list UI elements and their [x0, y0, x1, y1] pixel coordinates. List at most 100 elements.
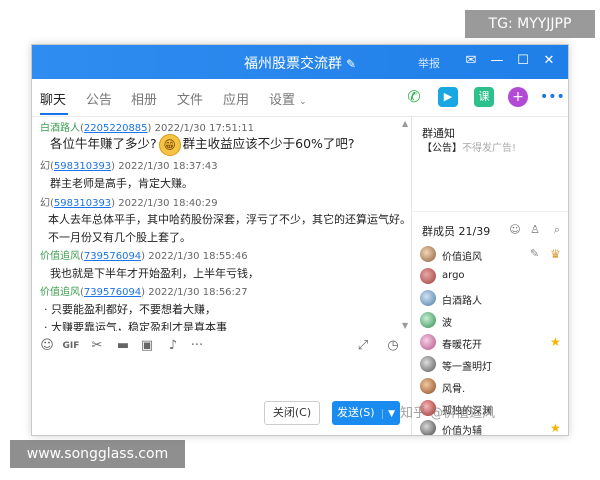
- add-member-icon[interactable]: ♙: [528, 223, 542, 237]
- more-icon[interactable]: •••: [540, 87, 565, 107]
- report-link[interactable]: 举报: [418, 55, 440, 71]
- avatar: [420, 334, 436, 350]
- sender-name[interactable]: 幻: [40, 198, 50, 209]
- group-sidebar: 群通知 【公告】不得发广告! 群成员 21/39 ☺ ♙ ⌕ 价值追风 ✎ ♛ …: [411, 117, 568, 436]
- member-item[interactable]: 白酒路人: [420, 289, 566, 309]
- phone-icon[interactable]: ✆: [404, 87, 424, 107]
- input-toolbar: ☺ GIF ✂ ▬ ▣ ♪ ··· ⤢ ◷: [32, 337, 410, 359]
- member-name: 风骨.: [442, 384, 466, 395]
- sender-id[interactable]: 739576094: [84, 287, 141, 298]
- watermark-top: TG: MYYJJPP: [465, 10, 595, 38]
- member-item[interactable]: 价值为辅 ★: [420, 419, 566, 436]
- class-icon[interactable]: 课: [474, 87, 494, 107]
- avatar: [420, 312, 436, 328]
- send-options-chevron-icon[interactable]: ▼: [382, 409, 395, 419]
- divider: [412, 211, 568, 212]
- message-text: 本人去年总体平手，其中哈药股份深套，浮亏了不少，其它的还算运气好。这: [48, 213, 410, 226]
- close-icon[interactable]: ✕: [540, 51, 558, 71]
- zhihu-watermark: 知乎 @价值追风: [400, 406, 496, 421]
- minimize-icon[interactable]: —: [488, 51, 506, 71]
- more-tools-icon[interactable]: ···: [188, 337, 206, 355]
- search-icon[interactable]: ⌕: [550, 223, 564, 237]
- message-time: 2022/1/30 18:56:27: [148, 287, 248, 298]
- sender-name[interactable]: 幻: [40, 161, 50, 172]
- group-name: 福州股票交流群: [243, 56, 342, 72]
- scroll-up-icon[interactable]: ▲: [402, 119, 408, 128]
- message-text: 群主老师是高手，肯定大赚。: [50, 177, 193, 190]
- members-count: 群成员 21/39: [422, 225, 491, 238]
- message-text-part: 只要能盈利都好，不要想着大赚，: [51, 303, 216, 316]
- tab-settings-label: 设置: [269, 93, 296, 108]
- member-item[interactable]: 春暖花开 ★: [420, 333, 566, 353]
- send-button[interactable]: 发送(S) ▼: [332, 401, 400, 425]
- message-time: 2022/1/30 18:37:43: [118, 161, 218, 172]
- member-name: 春暖花开: [442, 340, 482, 351]
- edit-icon[interactable]: ✎: [346, 57, 356, 71]
- expand-icon[interactable]: ⤢: [354, 337, 372, 355]
- message-header: 幻(598310393) 2022/1/30 18:37:43: [40, 161, 218, 172]
- star-icon: ★: [550, 421, 561, 435]
- tab-files[interactable]: 文件: [177, 89, 203, 108]
- message-text-part: 大赚要靠运气，稳定盈利才是真本事: [51, 321, 227, 331]
- message-time: 2022/1/30 18:40:29: [118, 198, 218, 209]
- maximize-icon[interactable]: ☐: [514, 51, 532, 71]
- sender-id[interactable]: 739576094: [84, 251, 141, 262]
- send-button-label: 发送(S): [337, 406, 375, 419]
- sender-id[interactable]: 598310393: [54, 198, 111, 209]
- grin-emoji-icon: 😁: [158, 133, 181, 156]
- image-icon[interactable]: ▣: [138, 337, 156, 355]
- member-item[interactable]: 等一盏明灯: [420, 355, 566, 375]
- owner-icon: ♛: [550, 247, 561, 261]
- active-tab-indicator: [40, 113, 68, 115]
- member-manage-icon[interactable]: ☺: [508, 223, 522, 237]
- scissors-icon[interactable]: ✂: [88, 337, 106, 355]
- avatar: [420, 420, 436, 435]
- member-item[interactable]: 波: [420, 311, 566, 331]
- scroll-down-icon[interactable]: ▼: [402, 321, 408, 330]
- gif-icon[interactable]: GIF: [62, 337, 80, 355]
- chat-window: 福州股票交流群 ✎ 举报 ✉ — ☐ ✕ 聊天 公告 相册 文件 应用 设置 ⌄ …: [31, 44, 569, 436]
- member-name: 白酒路人: [442, 296, 482, 307]
- sender-id[interactable]: 598310393: [54, 161, 111, 172]
- tab-settings[interactable]: 设置 ⌄: [269, 89, 307, 108]
- avatar: [420, 356, 436, 372]
- notice-text: 不得发广告!: [462, 143, 517, 154]
- notice-prefix: 【公告】: [422, 143, 462, 154]
- member-name: 价值为辅: [442, 426, 482, 436]
- history-clock-icon[interactable]: ◷: [384, 337, 402, 355]
- feedback-icon[interactable]: ✉: [462, 51, 480, 71]
- bell-icon[interactable]: ♪: [164, 337, 182, 355]
- message-header: 白酒路人(2205220885) 2022/1/30 17:51:11: [40, 123, 254, 134]
- edit-icon[interactable]: ✎: [530, 247, 539, 260]
- member-name: 等一盏明灯: [442, 362, 492, 373]
- tab-announcement[interactable]: 公告: [86, 89, 112, 108]
- sender-name[interactable]: 价值追风: [40, 287, 80, 298]
- folder-icon[interactable]: ▬: [114, 337, 132, 355]
- message-text: 我也就是下半年才开始盈利，上半年亏钱，: [50, 267, 259, 280]
- message-header: 价值追风(739576094) 2022/1/30 18:55:46: [40, 251, 248, 262]
- emoji-icon[interactable]: ☺: [38, 337, 56, 355]
- member-item[interactable]: argo: [420, 267, 566, 287]
- message-text: · 大赚要靠运气，稳定盈利才是真本事: [44, 319, 227, 331]
- close-button[interactable]: 关闭(C): [264, 401, 320, 425]
- avatar: [420, 268, 436, 284]
- message-text: · 只要能盈利都好，不要想着大赚，: [44, 303, 216, 316]
- notice-content[interactable]: 【公告】不得发广告!: [422, 139, 516, 154]
- member-name: 波: [442, 318, 452, 329]
- sender-name[interactable]: 价值追风: [40, 251, 80, 262]
- chevron-down-icon: ⌄: [299, 97, 307, 107]
- member-name: argo: [442, 270, 465, 281]
- video-call-icon[interactable]: ▶: [438, 87, 458, 107]
- avatar: [420, 246, 436, 262]
- watermark-bottom: www.songglass.com: [10, 440, 185, 468]
- tab-album[interactable]: 相册: [131, 89, 157, 108]
- message-time: 2022/1/30 18:55:46: [148, 251, 248, 262]
- message-text-part: 群主收益应该不少于60%了吧?: [182, 136, 355, 151]
- message-header: 幻(598310393) 2022/1/30 18:40:29: [40, 198, 218, 209]
- member-item[interactable]: 价值追风 ✎ ♛: [420, 245, 566, 265]
- tab-apps[interactable]: 应用: [223, 89, 249, 108]
- star-icon: ★: [550, 335, 561, 349]
- tab-chat[interactable]: 聊天: [40, 89, 66, 108]
- add-app-icon[interactable]: +: [508, 87, 528, 107]
- member-item[interactable]: 风骨.: [420, 377, 566, 397]
